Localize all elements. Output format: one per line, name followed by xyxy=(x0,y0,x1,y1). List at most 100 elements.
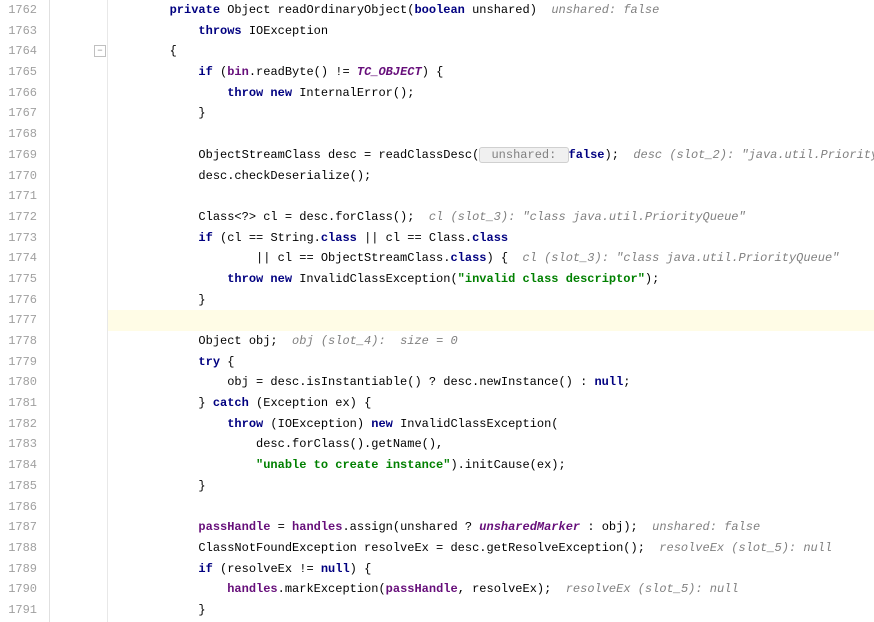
code-token: handles xyxy=(227,582,277,596)
code-line[interactable]: throws IOException xyxy=(108,21,874,42)
code-token: null xyxy=(594,375,623,389)
code-token: .assign(unshared ? xyxy=(342,520,479,534)
code-token: passHandle xyxy=(386,582,458,596)
line-number: 1773 xyxy=(4,228,37,249)
code-token: = xyxy=(270,520,292,534)
code-line[interactable]: if (bin.readByte() != TC_OBJECT) { xyxy=(108,62,874,83)
code-line[interactable]: desc.checkDeserialize(); xyxy=(108,166,874,187)
code-token: ObjectStreamClass desc = readClassDesc( xyxy=(198,148,479,162)
code-line[interactable]: } catch (Exception ex) { xyxy=(108,393,874,414)
line-number: 1783 xyxy=(4,434,37,455)
code-line[interactable]: obj = desc.isInstantiable() ? desc.newIn… xyxy=(108,372,874,393)
code-line[interactable] xyxy=(108,186,874,207)
line-number: 1769 xyxy=(4,145,37,166)
code-token: readOrdinaryObject xyxy=(278,3,408,17)
code-token: (IOException) xyxy=(263,417,371,431)
code-token: obj (slot_4): size = 0 xyxy=(292,334,458,348)
code-token: null xyxy=(321,562,350,576)
code-token: throw xyxy=(227,417,263,431)
code-token: Class<?> cl = desc.forClass(); xyxy=(198,210,428,224)
line-number: 1777 xyxy=(4,310,37,331)
code-line[interactable]: } xyxy=(108,290,874,311)
code-token: , resolveEx); xyxy=(458,582,566,596)
code-token: cl (slot_3): "class java.util.PriorityQu… xyxy=(523,251,840,265)
code-line[interactable]: try { xyxy=(108,352,874,373)
code-token: InvalidClassException( xyxy=(292,272,458,286)
code-line[interactable]: "unable to create instance").initCause(e… xyxy=(108,455,874,476)
fold-icon[interactable]: − xyxy=(94,45,106,57)
code-token: TC_OBJECT xyxy=(357,65,422,79)
line-number: 1766 xyxy=(4,83,37,104)
code-token: Object xyxy=(220,3,278,17)
code-token: ); xyxy=(645,272,659,286)
code-line[interactable]: passHandle = handles.assign(unshared ? u… xyxy=(108,517,874,538)
code-token: desc (slot_2): "java.util.PriorityQueue xyxy=(633,148,874,162)
code-line[interactable] xyxy=(108,310,874,331)
code-token: ClassNotFoundException resolveEx = desc.… xyxy=(198,541,659,555)
code-token: obj = desc.isInstantiable() ? desc.newIn… xyxy=(227,375,594,389)
line-number: 1775 xyxy=(4,269,37,290)
line-number: 1789 xyxy=(4,559,37,580)
line-number: 1771 xyxy=(4,186,37,207)
line-number: 1767 xyxy=(4,103,37,124)
code-token: || cl == Class. xyxy=(357,231,472,245)
code-line[interactable]: private Object readOrdinaryObject(boolea… xyxy=(108,0,874,21)
line-number: 1774 xyxy=(4,248,37,269)
code-token: ).initCause(ex); xyxy=(450,458,565,472)
line-number: 1786 xyxy=(4,497,37,518)
code-line[interactable]: if (resolveEx != null) { xyxy=(108,559,874,580)
code-editor[interactable]: private Object readOrdinaryObject(boolea… xyxy=(108,0,874,622)
code-token: } xyxy=(198,106,205,120)
line-number: 1772 xyxy=(4,207,37,228)
code-token: throws xyxy=(198,24,241,38)
code-token: "unable to create instance" xyxy=(256,458,450,472)
code-line[interactable]: } xyxy=(108,476,874,497)
code-token: : obj); xyxy=(580,520,652,534)
line-number: 1784 xyxy=(4,455,37,476)
code-line[interactable]: desc.forClass().getName(), xyxy=(108,434,874,455)
code-line[interactable] xyxy=(108,124,874,145)
code-token: desc.checkDeserialize(); xyxy=(198,169,371,183)
code-token: (cl == String. xyxy=(213,231,321,245)
code-token: class xyxy=(450,251,486,265)
code-token: unshared: false xyxy=(551,3,659,17)
code-token: ) { xyxy=(350,562,372,576)
code-token: . xyxy=(278,582,285,596)
line-number: 1781 xyxy=(4,393,37,414)
code-line[interactable] xyxy=(108,497,874,518)
code-token: ; xyxy=(623,375,630,389)
code-token: } xyxy=(198,293,205,307)
code-line[interactable]: ClassNotFoundException resolveEx = desc.… xyxy=(108,538,874,559)
code-token: unshared: false xyxy=(652,520,760,534)
code-token: InternalError(); xyxy=(292,86,414,100)
code-token: resolveEx (slot_5): null xyxy=(566,582,739,596)
code-line[interactable]: throw new InternalError(); xyxy=(108,83,874,104)
code-token: ) { xyxy=(422,65,444,79)
code-token: false xyxy=(569,148,605,162)
code-token: throw new xyxy=(227,272,292,286)
code-token: ( xyxy=(213,65,227,79)
code-line[interactable]: ObjectStreamClass desc = readClassDesc( … xyxy=(108,145,874,166)
line-number: 1787 xyxy=(4,517,37,538)
code-line[interactable]: } xyxy=(108,600,874,621)
code-token: (resolveEx != xyxy=(213,562,321,576)
code-token: ( xyxy=(378,582,385,596)
code-line[interactable]: || cl == ObjectStreamClass.class) { cl (… xyxy=(108,248,874,269)
code-token: boolean xyxy=(414,3,464,17)
code-line[interactable]: throw (IOException) new InvalidClassExce… xyxy=(108,414,874,435)
code-token: try xyxy=(198,355,220,369)
code-line[interactable]: { xyxy=(108,41,874,62)
code-line[interactable]: } xyxy=(108,103,874,124)
code-token: unsharedMarker xyxy=(479,520,580,534)
code-line[interactable]: Object obj; obj (slot_4): size = 0 xyxy=(108,331,874,352)
code-line[interactable]: if (cl == String.class || cl == Class.cl… xyxy=(108,228,874,249)
code-token: { xyxy=(170,44,177,58)
code-line[interactable]: handles.markException(passHandle, resolv… xyxy=(108,579,874,600)
code-token: cl (slot_3): "class java.util.PriorityQu… xyxy=(429,210,746,224)
code-line[interactable]: throw new InvalidClassException("invalid… xyxy=(108,269,874,290)
code-line[interactable]: Class<?> cl = desc.forClass(); cl (slot_… xyxy=(108,207,874,228)
code-token: } xyxy=(198,396,212,410)
code-token: unshared) xyxy=(465,3,551,17)
line-number: 1762 xyxy=(4,0,37,21)
line-number: 1764 xyxy=(4,41,37,62)
